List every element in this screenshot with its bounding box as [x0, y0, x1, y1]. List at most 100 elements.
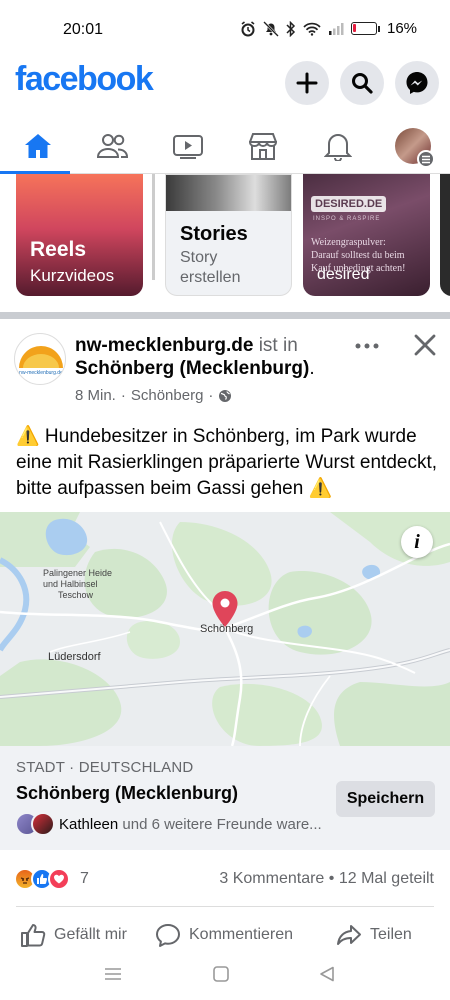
reels-subtitle: Kurzvideos	[30, 266, 115, 285]
share-label: Teilen	[370, 926, 412, 943]
globe-icon	[219, 389, 232, 402]
status-bar: 20:01 16%	[0, 0, 450, 58]
create-button[interactable]	[285, 61, 329, 105]
friends-text: Kathleen und 6 weitere Freunde ware...	[59, 816, 322, 833]
app-header: facebook	[0, 58, 450, 108]
post-header: nw-mecklenburg.de nw-mecklenburg.de ist …	[0, 328, 450, 408]
status-icons: 16%	[240, 20, 417, 37]
more-icon	[355, 343, 379, 349]
stories-title: Stories	[180, 223, 248, 245]
messenger-button[interactable]	[395, 61, 439, 105]
desired-text-line2: Darauf solltest du beim	[311, 250, 405, 261]
tab-menu[interactable]	[375, 118, 450, 174]
post-connector: ist in	[253, 335, 298, 356]
map-label-village: Lüdersdorf	[48, 651, 101, 663]
page-avatar[interactable]: nw-mecklenburg.de	[14, 333, 66, 385]
post-meta: 8 Min. · Schönberg ·	[75, 387, 232, 404]
map-label-heath: Palingener Heide	[43, 568, 113, 578]
love-reaction-icon	[48, 868, 70, 890]
location-link[interactable]: Schönberg (Mecklenburg)	[75, 358, 309, 379]
comment-button[interactable]: Kommentieren	[155, 915, 293, 955]
share-icon	[337, 925, 361, 945]
alarm-icon	[241, 20, 255, 36]
story-next[interactable]	[440, 174, 450, 296]
stats-separator: •	[324, 870, 339, 887]
friend-name: Kathleen	[59, 815, 119, 833]
bell-icon	[323, 134, 352, 161]
close-icon	[414, 334, 436, 356]
stories-subtitle-line1: Story	[180, 249, 218, 266]
search-button[interactable]	[340, 61, 384, 105]
reaction-icons[interactable]	[14, 868, 70, 890]
stories-row: Reels Kurzvideos Stories Story erstellen…	[0, 174, 450, 312]
shop-icon	[248, 133, 277, 160]
desired-logo: DESIRED.DE	[311, 196, 387, 212]
tab-notifications[interactable]	[300, 118, 375, 174]
messenger-icon	[406, 72, 428, 94]
desired-text-line1: Weizengraspulver:	[311, 237, 386, 248]
home-icon	[24, 134, 51, 158]
desired-name: desired	[317, 266, 370, 283]
tab-watch[interactable]	[150, 118, 225, 174]
tab-marketplace[interactable]	[225, 118, 300, 174]
comments-count[interactable]: 3 Kommentare	[219, 870, 324, 887]
battery-cap	[378, 25, 380, 32]
post-time[interactable]: 8 Min.	[75, 387, 116, 404]
story-photo	[166, 175, 291, 211]
post-options-button[interactable]	[352, 334, 382, 358]
home-nav-icon[interactable]	[212, 966, 230, 982]
friends-visited[interactable]: Kathleen und 6 weitere Freunde ware...	[15, 812, 322, 836]
reaction-count[interactable]: 7	[80, 870, 89, 888]
page-name-link[interactable]: nw-mecklenburg.de	[75, 335, 253, 356]
comment-icon	[156, 924, 180, 947]
reels-card[interactable]: Reels Kurzvideos	[16, 174, 143, 296]
share-button[interactable]: Teilen	[336, 915, 412, 955]
friends-icon	[96, 134, 128, 158]
page-avatar-text: nw-mecklenburg.de	[19, 370, 63, 376]
facebook-logo[interactable]: facebook	[15, 60, 154, 99]
shares-count[interactable]: 12 Mal geteilt	[339, 870, 434, 887]
status-time: 20:01	[63, 21, 104, 38]
tab-home[interactable]	[0, 118, 75, 174]
thumbs-up-icon	[21, 924, 46, 947]
story-desired[interactable]: DESIRED.DE INSPO & RASPIRE Weizengraspul…	[303, 174, 430, 296]
bluetooth-icon	[286, 20, 296, 37]
map-info-button[interactable]: i	[401, 526, 433, 558]
map-label-heath-3: Teschow	[58, 590, 94, 600]
post-stats: 3 Kommentare • 12 Mal geteilt	[219, 870, 434, 888]
map-label-town: Schönberg	[200, 623, 254, 635]
tab-friends[interactable]	[75, 118, 150, 174]
hamburger-menu-icon	[416, 150, 435, 168]
mute-icon	[263, 20, 279, 37]
battery-percent: 16%	[387, 20, 418, 37]
nav-tabs	[0, 118, 450, 174]
post-actions: Gefällt mir Kommentieren Teilen	[0, 915, 450, 955]
post-text: ⚠️ Hundebesitzer in Schönberg, im Park w…	[16, 426, 438, 499]
map-label-heath-2: und Halbinsel	[43, 579, 98, 589]
friends-rest: und 6 weitere Freunde ware...	[118, 815, 322, 833]
place-card[interactable]: STADT · DEUTSCHLAND Schönberg (Mecklenbu…	[0, 746, 450, 850]
create-story-card[interactable]: Stories Story erstellen	[165, 174, 292, 296]
meta-dot: ·	[120, 387, 126, 404]
location-map[interactable]: Palingener Heide und Halbinsel Teschow S…	[0, 512, 450, 746]
save-button[interactable]: Speichern	[336, 781, 435, 817]
meta-dot-2: ·	[208, 387, 214, 404]
like-button[interactable]: Gefällt mir	[20, 915, 127, 955]
desired-tagline: INSPO & RASPIRE	[313, 216, 381, 222]
feed-separator	[0, 312, 450, 319]
scroll-divider	[152, 174, 155, 280]
search-icon	[352, 73, 373, 94]
like-label: Gefällt mir	[54, 926, 127, 943]
video-icon	[172, 135, 203, 159]
comment-label: Kommentieren	[189, 926, 294, 943]
meta-place[interactable]: Schönberg	[131, 387, 204, 404]
back-nav-icon[interactable]	[318, 966, 336, 982]
post-author-line: nw-mecklenburg.de ist in Schönberg (Meck…	[75, 334, 365, 380]
action-divider	[16, 906, 434, 907]
profile-avatar	[394, 128, 435, 168]
reactions-summary: 7 3 Kommentare • 12 Mal geteilt	[0, 862, 450, 896]
recent-apps-icon[interactable]	[104, 966, 122, 982]
battery-icon	[351, 22, 377, 35]
stories-subtitle: Story erstellen	[180, 248, 240, 288]
hide-post-button[interactable]	[410, 330, 440, 360]
